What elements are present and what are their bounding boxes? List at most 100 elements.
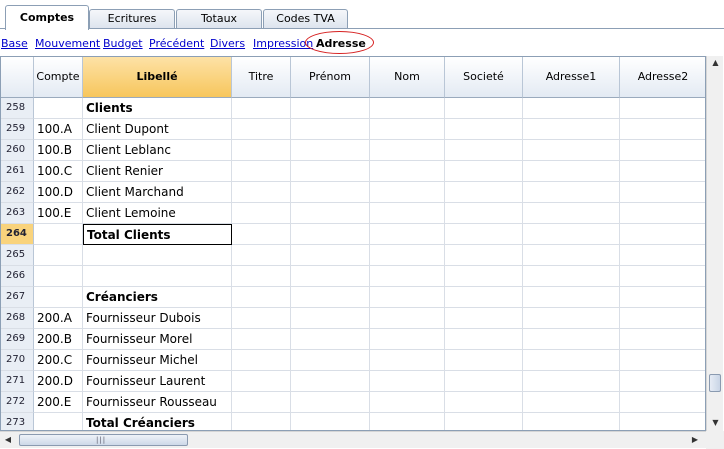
societe-cell[interactable]	[445, 182, 523, 203]
nom-cell[interactable]	[370, 182, 445, 203]
prenom-cell[interactable]	[291, 182, 370, 203]
adresse1-cell[interactable]	[523, 350, 620, 371]
adresse1-cell[interactable]	[523, 140, 620, 161]
compte-cell[interactable]: 200.B	[34, 329, 83, 350]
societe-cell[interactable]	[445, 245, 523, 266]
prenom-cell[interactable]	[291, 350, 370, 371]
libelle-cell[interactable]: Total Clients	[83, 224, 232, 245]
titre-cell[interactable]	[232, 161, 291, 182]
nom-cell[interactable]	[370, 350, 445, 371]
nom-cell[interactable]	[370, 119, 445, 140]
view-budget[interactable]: Budget	[103, 37, 143, 50]
tab-totaux[interactable]: Totaux	[176, 9, 262, 28]
titre-cell[interactable]	[232, 329, 291, 350]
adresse1-cell[interactable]	[523, 161, 620, 182]
prenom-cell[interactable]	[291, 245, 370, 266]
libelle-cell[interactable]: Fournisseur Morel	[83, 329, 232, 350]
adresse2-cell[interactable]	[620, 308, 705, 329]
societe-cell[interactable]	[445, 308, 523, 329]
societe-cell[interactable]	[445, 371, 523, 392]
nom-cell[interactable]	[370, 161, 445, 182]
header-adresse2[interactable]: Adresse2	[620, 57, 705, 98]
nom-cell[interactable]	[370, 329, 445, 350]
libelle-cell[interactable]: Client Leblanc	[83, 140, 232, 161]
compte-cell[interactable]: 100.E	[34, 203, 83, 224]
compte-cell[interactable]	[34, 413, 83, 430]
table-row[interactable]: 272 200.E Fournisseur Rousseau	[1, 392, 705, 413]
nom-cell[interactable]	[370, 392, 445, 413]
table-row[interactable]: 264 Total Clients	[1, 224, 705, 245]
compte-cell[interactable]: 200.C	[34, 350, 83, 371]
prenom-cell[interactable]	[291, 266, 370, 287]
adresse2-cell[interactable]	[620, 119, 705, 140]
adresse1-cell[interactable]	[523, 203, 620, 224]
adresse1-cell[interactable]	[523, 245, 620, 266]
compte-cell[interactable]: 100.D	[34, 182, 83, 203]
nom-cell[interactable]	[370, 245, 445, 266]
header-societe[interactable]: Societé	[445, 57, 523, 98]
vertical-scroll-thumb[interactable]	[709, 374, 721, 392]
nom-cell[interactable]	[370, 224, 445, 245]
horizontal-scroll-thumb[interactable]: |||	[19, 434, 188, 446]
adresse1-cell[interactable]	[523, 224, 620, 245]
compte-cell[interactable]: 200.A	[34, 308, 83, 329]
libelle-cell[interactable]: Fournisseur Dubois	[83, 308, 232, 329]
arrow-down-icon[interactable]: ▼	[707, 418, 724, 427]
nom-cell[interactable]	[370, 98, 445, 119]
vertical-scrollbar[interactable]: ▲ ▼	[706, 56, 723, 431]
view-adresse[interactable]: Adresse	[316, 37, 366, 50]
prenom-cell[interactable]	[291, 392, 370, 413]
adresse2-cell[interactable]	[620, 203, 705, 224]
adresse1-cell[interactable]	[523, 392, 620, 413]
arrow-up-icon[interactable]: ▲	[707, 58, 724, 67]
societe-cell[interactable]	[445, 203, 523, 224]
compte-cell[interactable]	[34, 287, 83, 308]
adresse1-cell[interactable]	[523, 413, 620, 430]
societe-cell[interactable]	[445, 392, 523, 413]
adresse2-cell[interactable]	[620, 329, 705, 350]
prenom-cell[interactable]	[291, 161, 370, 182]
header-compte[interactable]: Compte	[34, 57, 83, 98]
adresse2-cell[interactable]	[620, 392, 705, 413]
prenom-cell[interactable]	[291, 371, 370, 392]
header-nom[interactable]: Nom	[370, 57, 445, 98]
adresse2-cell[interactable]	[620, 182, 705, 203]
nom-cell[interactable]	[370, 371, 445, 392]
titre-cell[interactable]	[232, 182, 291, 203]
titre-cell[interactable]	[232, 224, 291, 245]
titre-cell[interactable]	[232, 245, 291, 266]
adresse2-cell[interactable]	[620, 245, 705, 266]
adresse1-cell[interactable]	[523, 329, 620, 350]
societe-cell[interactable]	[445, 266, 523, 287]
tab-comptes[interactable]: Comptes	[5, 5, 89, 30]
table-row[interactable]: 273 Total Créanciers	[1, 413, 705, 430]
libelle-cell[interactable]: Client Dupont	[83, 119, 232, 140]
libelle-cell[interactable]: Fournisseur Michel	[83, 350, 232, 371]
prenom-cell[interactable]	[291, 224, 370, 245]
societe-cell[interactable]	[445, 329, 523, 350]
societe-cell[interactable]	[445, 161, 523, 182]
nom-cell[interactable]	[370, 266, 445, 287]
view-divers[interactable]: Divers	[210, 37, 245, 50]
table-row[interactable]: 267 Créanciers	[1, 287, 705, 308]
nom-cell[interactable]	[370, 203, 445, 224]
table-row[interactable]: 262 100.D Client Marchand	[1, 182, 705, 203]
societe-cell[interactable]	[445, 287, 523, 308]
libelle-cell[interactable]: Créanciers	[83, 287, 232, 308]
titre-cell[interactable]	[232, 98, 291, 119]
compte-cell[interactable]: 100.A	[34, 119, 83, 140]
societe-cell[interactable]	[445, 98, 523, 119]
prenom-cell[interactable]	[291, 308, 370, 329]
header-prenom[interactable]: Prénom	[291, 57, 370, 98]
libelle-cell[interactable]: Client Renier	[83, 161, 232, 182]
table-row[interactable]: 261 100.C Client Renier	[1, 161, 705, 182]
view-mouvement[interactable]: Mouvement	[35, 37, 100, 50]
libelle-cell[interactable]: Total Créanciers	[83, 413, 232, 430]
libelle-cell[interactable]: Clients	[83, 98, 232, 119]
horizontal-scrollbar[interactable]: ◀ ||| ▶	[0, 431, 706, 448]
tab-codes-tva[interactable]: Codes TVA	[263, 9, 348, 28]
compte-cell[interactable]	[34, 245, 83, 266]
societe-cell[interactable]	[445, 140, 523, 161]
adresse2-cell[interactable]	[620, 413, 705, 430]
nom-cell[interactable]	[370, 308, 445, 329]
